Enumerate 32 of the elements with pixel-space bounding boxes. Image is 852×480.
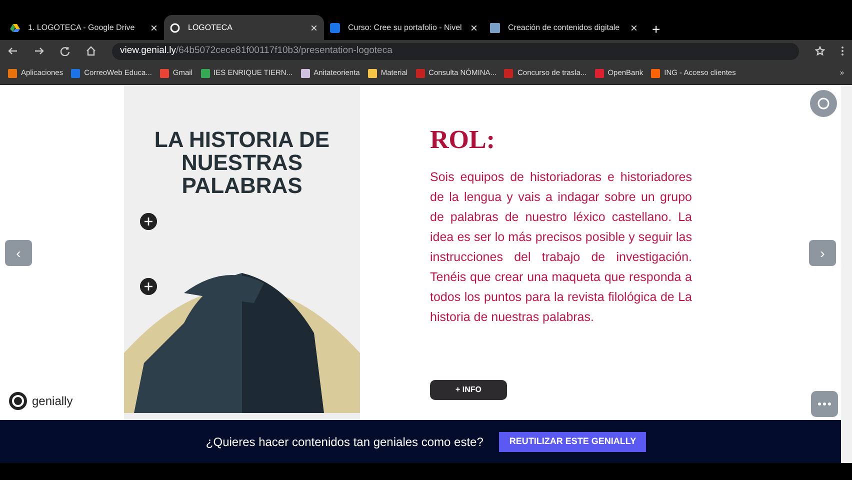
scrollbar[interactable] bbox=[841, 85, 852, 463]
drive-icon bbox=[10, 22, 20, 32]
section-heading: ROL: bbox=[430, 124, 496, 156]
browser-tab[interactable]: Creación de contenidos digitale bbox=[484, 15, 644, 40]
plus-button[interactable] bbox=[140, 278, 157, 295]
logo-icon bbox=[170, 22, 180, 32]
forward-icon[interactable] bbox=[34, 46, 44, 56]
site-icon bbox=[330, 22, 340, 32]
close-icon[interactable] bbox=[470, 22, 478, 32]
menu-icon[interactable] bbox=[841, 46, 844, 56]
close-icon[interactable] bbox=[150, 22, 158, 32]
star-icon[interactable] bbox=[815, 46, 825, 56]
browser-tab[interactable]: LOGOTECA bbox=[164, 15, 324, 40]
body-text: Sois equipos de historiadoras e historiadores de la lengua y vais a indagar sobre un grupo de palabras de nuestro léxico castellano. La idea es ser lo más precisos posible y seguir las instrucciones del trabajo de investigación. Tenéis que crear una maqueta que responda a todos los puntos para la revista filológica de La historia de nuestras palabras. bbox=[430, 169, 692, 326]
browser-tab[interactable]: 1. LOGOTECA - Google Drive bbox=[4, 15, 164, 40]
document-icon bbox=[490, 22, 500, 32]
address-field[interactable]: view.genial.ly/64b5072cece81f00117f10b3/presentation-logoteca bbox=[112, 42, 799, 60]
plus-button[interactable] bbox=[140, 213, 157, 230]
banner-text: ¿Quieres hacer contenidos tan geniales como este? bbox=[206, 434, 484, 450]
browser-tab[interactable]: Curso: Cree su portafolio - Nivel bbox=[324, 15, 484, 40]
close-icon[interactable] bbox=[310, 22, 318, 32]
close-icon[interactable] bbox=[630, 22, 638, 32]
back-icon[interactable] bbox=[8, 46, 18, 56]
reuse-button[interactable]: REUTILIZAR ESTE GENIALLY bbox=[499, 432, 646, 452]
home-icon[interactable] bbox=[86, 46, 96, 56]
reload-icon[interactable] bbox=[60, 46, 70, 56]
brand-name: genially bbox=[32, 393, 73, 410]
more-options-button[interactable] bbox=[811, 391, 838, 417]
info-button[interactable]: + INFO bbox=[430, 380, 507, 400]
new-tab-button[interactable]: + bbox=[652, 19, 660, 40]
fullscreen-button[interactable] bbox=[810, 90, 837, 117]
slide-title: LA HISTORIA DE NUESTRAS PALABRAS bbox=[153, 126, 331, 197]
